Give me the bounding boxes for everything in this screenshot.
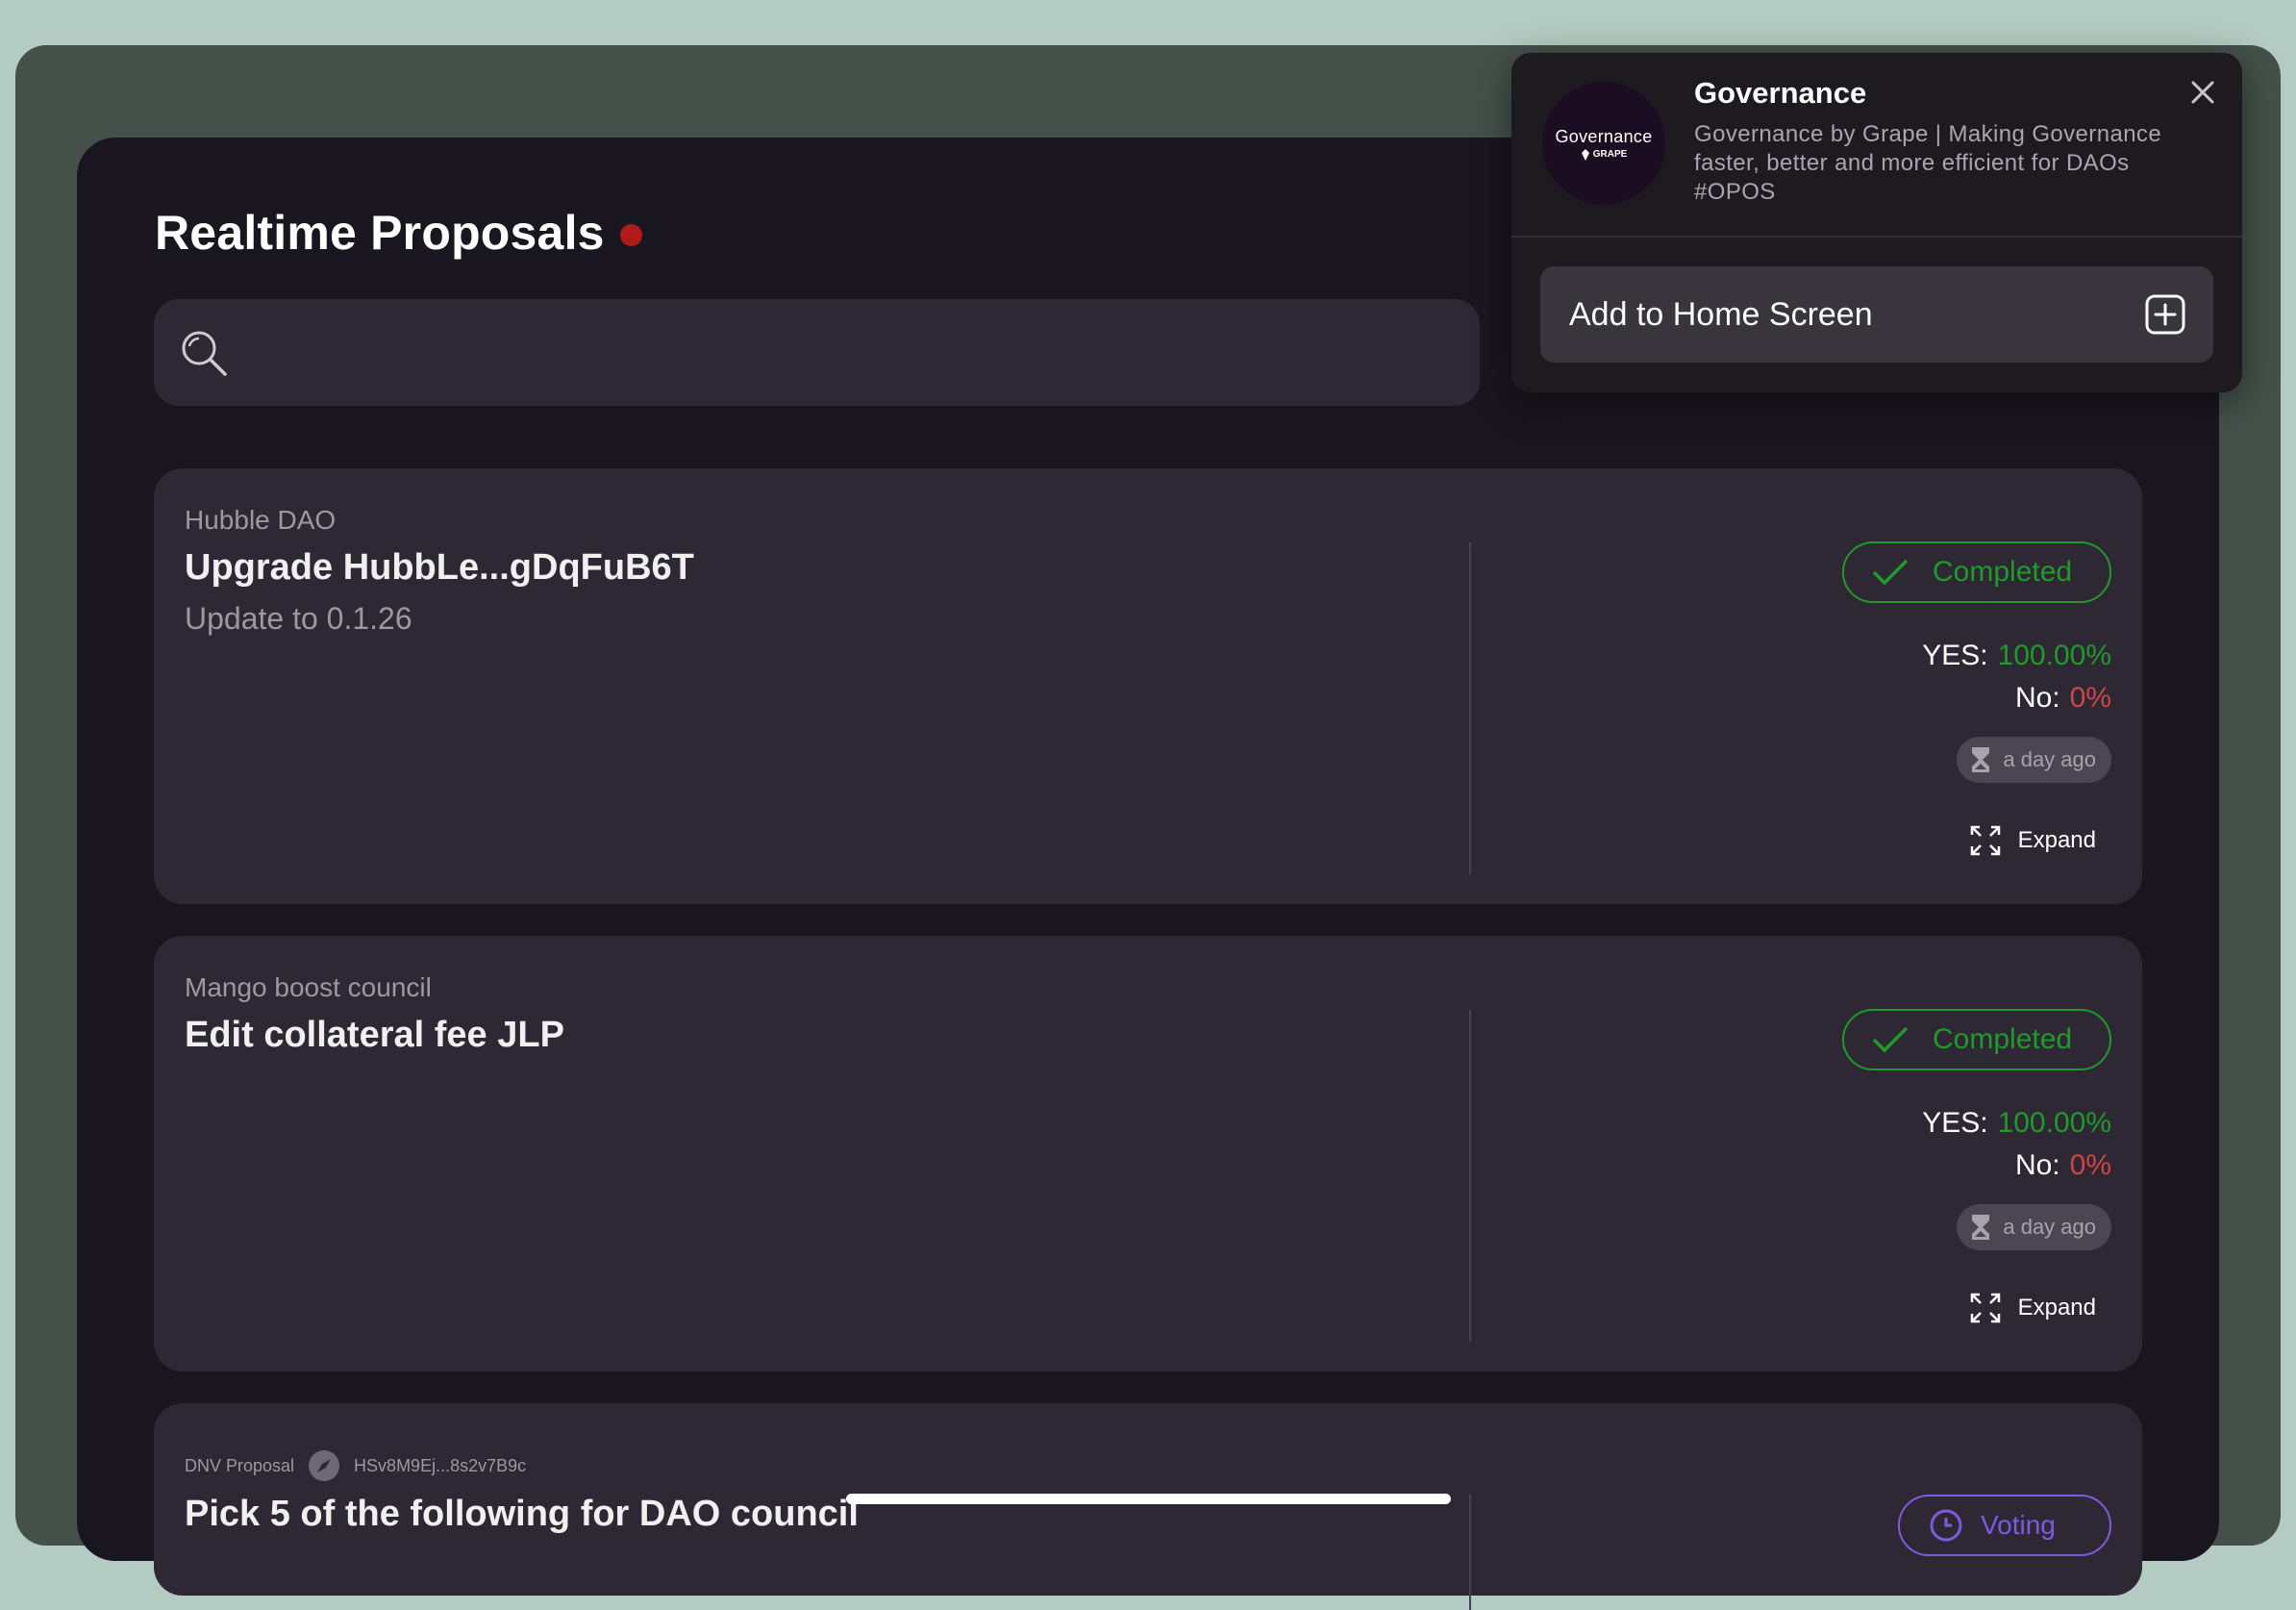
card-divider — [1469, 1010, 1471, 1342]
vote-summary: YES: 100.00% No: 0% — [1922, 1107, 2111, 1192]
proposal-card[interactable]: Mango boost council Edit collateral fee … — [154, 936, 2142, 1371]
app-description: Governance by Grape | Making Governance … — [1694, 121, 2162, 205]
search-input[interactable] — [229, 299, 1480, 406]
search-icon — [182, 331, 227, 376]
expand-button[interactable]: Expand — [1970, 825, 2096, 856]
no-label: No: — [2014, 682, 2060, 714]
clock-icon — [1930, 1509, 1962, 1542]
proposal-card[interactable]: Hubble DAO Upgrade HubbLe...gDqFuB6T Upd… — [154, 468, 2142, 904]
time-label: a day ago — [2003, 1215, 2096, 1239]
live-indicator-dot — [619, 223, 642, 246]
no-label: No: — [2014, 1149, 2060, 1181]
dao-line: DNV Proposal HSv8M9Ej...8s2v7B9c — [185, 1449, 526, 1482]
status-badge: Completed — [1842, 541, 2111, 603]
yes-value: 100.00% — [1997, 640, 2111, 671]
no-value: 0% — [2069, 1149, 2111, 1181]
app-logo: Governance GRAPE — [1542, 82, 1665, 205]
hourglass-icon — [1972, 747, 1990, 772]
proposal-title: Edit collateral fee JLP — [185, 1015, 564, 1055]
status-label: Completed — [1933, 556, 2073, 588]
status-label: Voting — [1981, 1510, 2056, 1540]
expand-label: Expand — [2017, 1295, 2096, 1321]
page-title: Realtime Proposals — [155, 206, 605, 260]
time-chip: a day ago — [1957, 737, 2111, 783]
grape-icon — [1581, 148, 1589, 161]
compass-icon[interactable] — [308, 1449, 340, 1482]
home-indicator[interactable] — [846, 1494, 1451, 1504]
hourglass-icon — [1972, 1215, 1990, 1240]
yes-value: 100.00% — [1997, 1107, 2111, 1139]
expand-button[interactable]: Expand — [1970, 1293, 2096, 1323]
expand-label: Expand — [2017, 827, 2096, 853]
time-chip: a day ago — [1957, 1204, 2111, 1250]
add-home-label: Add to Home Screen — [1569, 295, 1873, 333]
close-icon[interactable] — [2186, 76, 2219, 109]
status-label: Completed — [1933, 1023, 2073, 1055]
check-icon — [1872, 1026, 1909, 1053]
check-icon — [1872, 559, 1909, 586]
yes-label: YES: — [1922, 1107, 1988, 1139]
search-bar[interactable] — [154, 299, 1480, 406]
add-to-home-popover: Governance GRAPE Governance Governance b… — [1511, 53, 2242, 392]
status-badge: Completed — [1842, 1009, 2111, 1070]
logo-subtext: GRAPE — [1592, 149, 1628, 160]
proposal-description: Update to 0.1.26 — [185, 601, 412, 636]
add-square-icon — [2145, 294, 2185, 335]
page-title-row: Realtime Proposals — [155, 205, 642, 261]
logo-text: Governance — [1555, 126, 1653, 146]
app-name: Governance — [1694, 76, 1867, 110]
proposal-address[interactable]: HSv8M9Ej...8s2v7B9c — [354, 1456, 526, 1476]
dao-name: DNV Proposal — [185, 1455, 295, 1475]
expand-icon — [1970, 1293, 2000, 1323]
proposal-title: Pick 5 of the following for DAO council — [185, 1494, 859, 1534]
dao-name: Mango boost council — [185, 972, 432, 1002]
popover-divider — [1511, 236, 2242, 238]
add-to-home-button[interactable]: Add to Home Screen — [1540, 266, 2213, 363]
expand-icon — [1970, 825, 2000, 856]
time-label: a day ago — [2003, 747, 2096, 771]
card-divider — [1469, 1495, 1471, 1610]
dao-name: Hubble DAO — [185, 505, 337, 535]
card-divider — [1469, 542, 1471, 874]
no-value: 0% — [2069, 682, 2111, 714]
yes-label: YES: — [1922, 640, 1988, 671]
status-badge: Voting — [1898, 1495, 2111, 1556]
proposal-title: Upgrade HubbLe...gDqFuB6T — [185, 547, 694, 588]
vote-summary: YES: 100.00% No: 0% — [1922, 640, 2111, 724]
